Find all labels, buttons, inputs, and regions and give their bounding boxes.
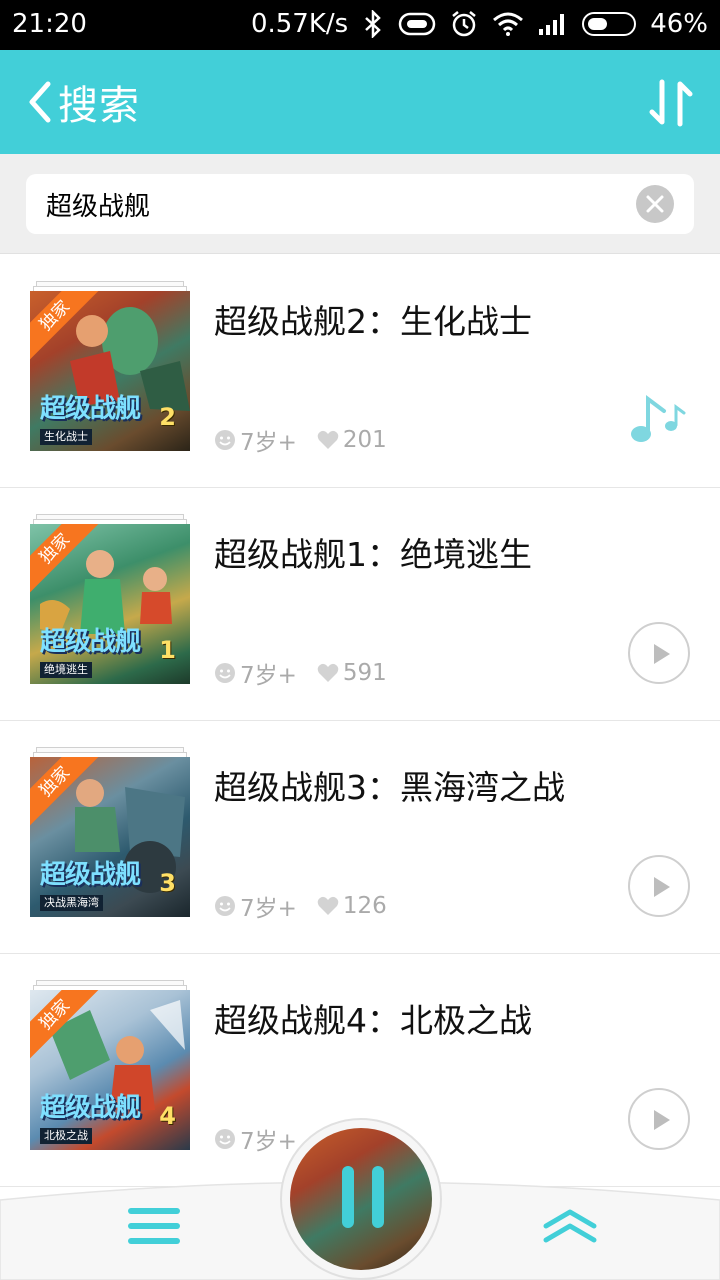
play-icon (654, 877, 670, 897)
status-bar: 21:20 0.57K/s 46% (0, 0, 720, 50)
item-meta: 7岁+ 201 (214, 423, 387, 457)
age-label: 7岁+ (240, 663, 297, 689)
item-title: 超级战舰3：黑海湾之战 (214, 768, 565, 807)
battery-percent: 46% (650, 9, 708, 39)
cover-title: 超级战舰 (40, 627, 141, 657)
vibrate-icon (398, 12, 436, 36)
list-item[interactable]: 独家 超级战舰 2 生化战士 超级战舰2：生化战士 7岁+ 201 (0, 255, 720, 488)
cover-title: 超级战舰 (40, 394, 141, 424)
smiley-icon (215, 663, 235, 683)
age-label: 7岁+ (240, 896, 297, 922)
likes-count: 126 (342, 893, 387, 919)
clear-icon (646, 195, 664, 213)
smiley-icon (215, 896, 235, 916)
search-area (0, 154, 720, 254)
likes-count: 591 (342, 660, 387, 686)
cover-title: 超级战舰 (40, 860, 141, 890)
play-button[interactable] (628, 1088, 690, 1150)
play-icon (654, 644, 670, 664)
item-meta: 7岁+ 591 (214, 656, 387, 690)
double-chevron-up-icon (543, 1209, 597, 1243)
list-item[interactable]: 独家 超级战舰 1 绝境逃生 超级战舰1：绝境逃生 7岁+ 591 (0, 488, 720, 721)
book-cover: 独家 超级战舰 1 绝境逃生 (30, 514, 190, 684)
cover-subtitle: 绝境逃生 (40, 662, 92, 678)
result-list: 独家 超级战舰 2 生化战士 超级战舰2：生化战士 7岁+ 201 独家 超级战… (0, 255, 720, 1187)
list-item[interactable]: 独家 超级战舰 3 决战黑海湾 超级战舰3：黑海湾之战 7岁+ 126 (0, 721, 720, 954)
item-meta: 7岁+ 126 (214, 889, 387, 923)
bottom-bar (0, 1118, 720, 1280)
play-button[interactable] (628, 855, 690, 917)
back-button[interactable]: 搜索 (26, 72, 140, 132)
net-speed: 0.57K/s (250, 9, 349, 39)
cover-volume: 2 (159, 403, 176, 431)
cover-title: 超级战舰 (40, 1093, 141, 1123)
item-title: 超级战舰4：北极之战 (214, 1001, 532, 1040)
music-icon (631, 395, 686, 442)
cover-subtitle: 决战黑海湾 (40, 895, 103, 911)
sort-button[interactable] (646, 76, 696, 130)
item-title: 超级战舰1：绝境逃生 (214, 535, 532, 574)
smiley-icon (215, 430, 235, 450)
battery-icon (582, 12, 637, 36)
now-playing-button[interactable] (630, 393, 686, 447)
smiley-icon (215, 1129, 235, 1149)
mini-player[interactable] (280, 1118, 442, 1280)
cover-image: 独家 超级战舰 3 决战黑海湾 (30, 757, 190, 917)
scroll-top-button[interactable] (542, 1206, 598, 1246)
age-label: 7岁+ (240, 1129, 297, 1155)
heart-icon (317, 663, 339, 682)
play-button[interactable] (628, 622, 690, 684)
book-cover: 独家 超级战舰 2 生化战士 (30, 281, 190, 451)
search-input[interactable] (46, 174, 626, 234)
search-box (26, 174, 694, 234)
cover-image: 独家 超级战舰 4 北极之战 (30, 990, 190, 1150)
item-meta: 7岁+ (214, 1122, 297, 1156)
bluetooth-icon (365, 10, 382, 38)
cover-volume: 3 (159, 869, 176, 897)
clear-search-button[interactable] (636, 185, 674, 223)
cover-image: 独家 超级战舰 2 生化战士 (30, 291, 190, 451)
status-time: 21:20 (12, 9, 87, 39)
status-right-group: 0.57K/s 46% (251, 9, 708, 39)
pause-icon[interactable] (338, 1164, 388, 1230)
signal-icon (539, 14, 565, 35)
heart-icon (317, 430, 339, 449)
likes-count: 201 (342, 427, 387, 453)
chevron-left-icon (29, 81, 51, 123)
cover-subtitle: 北极之战 (40, 1128, 92, 1144)
header: 搜索 (0, 50, 720, 154)
heart-icon (317, 896, 339, 915)
book-cover: 独家 超级战舰 4 北极之战 (30, 980, 190, 1150)
menu-button[interactable] (128, 1204, 180, 1248)
wifi-icon (493, 12, 524, 36)
cover-subtitle: 生化战士 (40, 429, 92, 445)
book-cover: 独家 超级战舰 3 决战黑海湾 (30, 747, 190, 917)
age-label: 7岁+ (240, 430, 297, 456)
sort-arrows-icon (649, 79, 693, 127)
menu-icon (128, 1208, 180, 1244)
play-icon (654, 1110, 670, 1130)
cover-volume: 1 (159, 636, 176, 664)
cover-volume: 4 (159, 1102, 176, 1130)
item-title: 超级战舰2：生化战士 (214, 302, 532, 341)
page-title: 搜索 (58, 83, 140, 129)
alarm-icon (452, 11, 476, 37)
cover-image: 独家 超级战舰 1 绝境逃生 (30, 524, 190, 684)
